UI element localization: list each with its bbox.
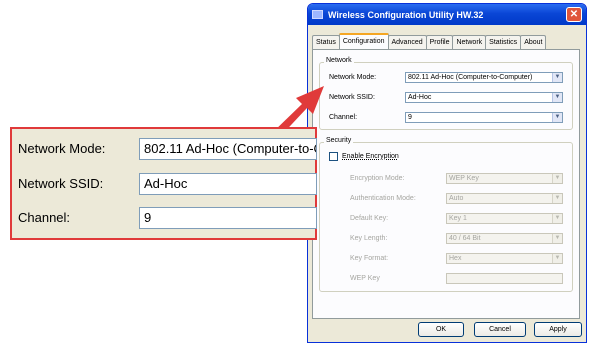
zoom-network-ssid-label: Network SSID: bbox=[18, 176, 104, 191]
wep-key-label: WEP Key bbox=[350, 275, 380, 282]
chevron-down-icon[interactable]: ▼ bbox=[552, 113, 562, 122]
zoom-network-mode-select: 802.11 Ad-Hoc (Computer-to-Computer) bbox=[139, 138, 317, 160]
app-icon bbox=[312, 10, 323, 19]
title-bar: Wireless Configuration Utility HW.32 ✕ bbox=[308, 4, 586, 25]
key-length-select[interactable]: 40 / 64 Bit ▼ bbox=[446, 233, 563, 244]
tab-configuration[interactable]: Configuration bbox=[338, 33, 389, 49]
tab-about[interactable]: About bbox=[520, 35, 547, 49]
enable-encryption-checkbox[interactable] bbox=[329, 152, 338, 161]
channel-value: 9 bbox=[408, 114, 412, 121]
tab-network[interactable]: Network bbox=[452, 35, 487, 49]
chevron-down-icon[interactable]: ▼ bbox=[552, 194, 562, 203]
window-title: Wireless Configuration Utility HW.32 bbox=[328, 9, 484, 20]
default-key-select[interactable]: Key 1 ▼ bbox=[446, 213, 563, 224]
network-ssid-label: Network SSID: bbox=[329, 94, 375, 101]
tab-strip: Status Configuration Advanced Profile Ne… bbox=[312, 33, 547, 49]
apply-button[interactable]: Apply bbox=[534, 322, 582, 337]
default-key-label: Default Key: bbox=[350, 215, 389, 222]
chevron-down-icon[interactable]: ▼ bbox=[552, 214, 562, 223]
chevron-down-icon[interactable]: ▼ bbox=[552, 174, 562, 183]
auth-mode-value: Auto bbox=[449, 195, 464, 202]
tab-statistics[interactable]: Statistics bbox=[485, 35, 522, 49]
zoom-channel-label: Channel: bbox=[18, 210, 71, 225]
chevron-down-icon[interactable]: ▼ bbox=[552, 73, 562, 82]
key-format-select[interactable]: Hex ▼ bbox=[446, 253, 563, 264]
zoom-callout: Network Mode: 802.11 Ad-Hoc (Computer-to… bbox=[10, 127, 317, 240]
network-mode-select[interactable]: 802.11 Ad-Hoc (Computer-to-Computer) ▼ bbox=[405, 72, 563, 83]
chevron-down-icon[interactable]: ▼ bbox=[552, 234, 562, 243]
encryption-mode-label: Encryption Mode: bbox=[350, 175, 405, 182]
network-ssid-combo[interactable]: Ad-Hoc ▼ bbox=[405, 92, 563, 103]
configuration-panel: Network Network Mode: 802.11 Ad-Hoc (Com… bbox=[312, 49, 580, 319]
enable-encryption-label[interactable]: Enable Encryption bbox=[342, 151, 399, 163]
tab-profile[interactable]: Profile bbox=[425, 35, 454, 49]
network-group: Network Network Mode: 802.11 Ad-Hoc (Com… bbox=[319, 57, 573, 130]
security-group: Security Enable Encryption Encryption Mo… bbox=[319, 137, 573, 292]
key-format-value: Hex bbox=[449, 255, 462, 262]
zoom-channel-field: 9 bbox=[139, 207, 317, 229]
chevron-down-icon[interactable]: ▼ bbox=[552, 254, 562, 263]
cancel-button[interactable]: Cancel bbox=[474, 322, 526, 337]
close-icon[interactable]: ✕ bbox=[566, 7, 582, 22]
zoom-network-mode-label: Network Mode: bbox=[18, 141, 106, 156]
wep-key-input[interactable] bbox=[446, 273, 563, 284]
key-length-label: Key Length: bbox=[350, 235, 388, 242]
encryption-mode-value: WEP Key bbox=[449, 175, 479, 182]
auth-mode-label: Authentication Mode: bbox=[350, 195, 416, 202]
key-length-value: 40 / 64 Bit bbox=[449, 235, 481, 242]
key-format-label: Key Format: bbox=[350, 255, 389, 262]
auth-mode-select[interactable]: Auto ▼ bbox=[446, 193, 563, 204]
network-mode-value: 802.11 Ad-Hoc (Computer-to-Computer) bbox=[408, 74, 533, 81]
network-ssid-value: Ad-Hoc bbox=[408, 94, 432, 101]
config-utility-window: Wireless Configuration Utility HW.32 ✕ S… bbox=[307, 3, 587, 343]
zoom-network-ssid-field: Ad-Hoc bbox=[139, 173, 317, 195]
security-legend: Security bbox=[324, 137, 354, 144]
network-mode-label: Network Mode: bbox=[329, 74, 377, 81]
encryption-mode-select[interactable]: WEP Key ▼ bbox=[446, 173, 563, 184]
ok-button[interactable]: OK bbox=[418, 322, 464, 337]
network-legend: Network bbox=[324, 57, 354, 64]
tab-advanced[interactable]: Advanced bbox=[387, 35, 427, 49]
chevron-down-icon[interactable]: ▼ bbox=[552, 93, 562, 102]
channel-label: Channel: bbox=[329, 114, 358, 121]
tab-status[interactable]: Status bbox=[312, 35, 340, 49]
channel-select[interactable]: 9 ▼ bbox=[405, 112, 563, 123]
default-key-value: Key 1 bbox=[449, 215, 467, 222]
